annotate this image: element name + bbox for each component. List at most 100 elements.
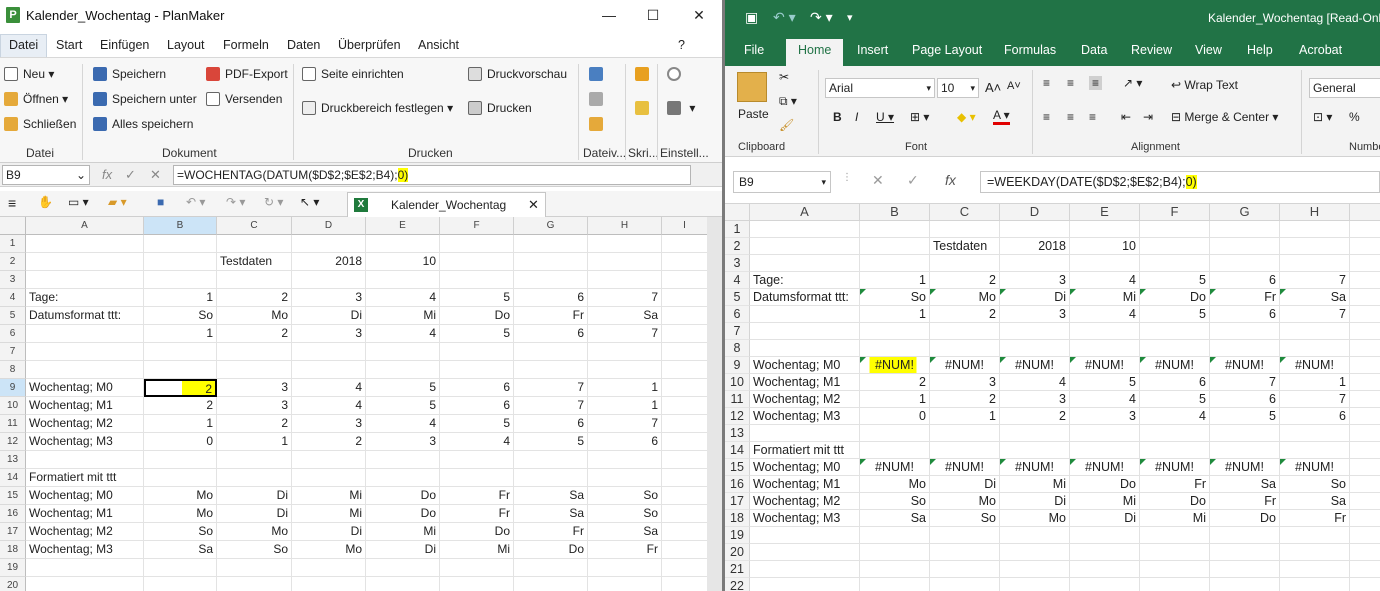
cell-f3[interactable] xyxy=(440,271,514,289)
cell-h8[interactable] xyxy=(1280,340,1350,357)
cell-b2[interactable] xyxy=(860,238,930,255)
row-header-14[interactable]: 14 xyxy=(0,469,26,487)
pdf-export-button[interactable]: PDF-Export xyxy=(206,67,288,81)
cell-e19[interactable] xyxy=(366,559,440,577)
cell-i20[interactable] xyxy=(662,577,708,591)
script-button[interactable] xyxy=(635,67,654,81)
print-area-button[interactable]: Druckbereich festlegen ▾ xyxy=(302,101,453,115)
cell-b15[interactable]: Mo xyxy=(144,487,217,505)
row-header-12[interactable]: 12 xyxy=(725,408,750,425)
column-header-h[interactable]: H xyxy=(588,217,662,235)
cell-b12[interactable]: 0 xyxy=(860,408,930,425)
cell-h22[interactable] xyxy=(1280,578,1350,591)
cell-b21[interactable] xyxy=(860,561,930,578)
row-header-6[interactable]: 6 xyxy=(0,325,26,343)
cell-a17[interactable]: Wochentag; M2 xyxy=(26,523,144,541)
insert-function-icon[interactable]: fx xyxy=(945,172,956,188)
fill-color-icon[interactable]: ◆ ▾ xyxy=(957,110,976,124)
menu-ueberpruefen[interactable]: Überprüfen xyxy=(338,38,401,52)
document-folder-button[interactable] xyxy=(589,117,608,131)
row-header-8[interactable]: 8 xyxy=(725,340,750,357)
tab-data[interactable]: Data xyxy=(1081,43,1107,57)
row-header-1[interactable]: 1 xyxy=(725,221,750,238)
cell-i16[interactable] xyxy=(1350,476,1380,493)
cell-f14[interactable] xyxy=(440,469,514,487)
cell-i10[interactable] xyxy=(1350,374,1380,391)
cell-i7[interactable] xyxy=(1350,323,1380,340)
cell-f15[interactable]: #NUM! xyxy=(1140,459,1210,476)
cell-b13[interactable] xyxy=(144,451,217,469)
cell-d12[interactable]: 2 xyxy=(1000,408,1070,425)
cell-h18[interactable]: Fr xyxy=(588,541,662,559)
cell-h7[interactable] xyxy=(1280,323,1350,340)
cell-e17[interactable]: Mi xyxy=(366,523,440,541)
cell-f6[interactable]: 5 xyxy=(1140,306,1210,323)
cell-c19[interactable] xyxy=(217,559,292,577)
cell-b20[interactable] xyxy=(860,544,930,561)
cell-e7[interactable] xyxy=(1070,323,1140,340)
cell-a6[interactable] xyxy=(26,325,144,343)
cell-d6[interactable]: 3 xyxy=(292,325,366,343)
cell-f19[interactable] xyxy=(1140,527,1210,544)
wrap-text-button[interactable]: ↩ Wrap Text xyxy=(1171,78,1238,92)
cell-f7[interactable] xyxy=(1140,323,1210,340)
align-right-icon[interactable]: ≡ xyxy=(1089,110,1096,124)
cell-c15[interactable]: #NUM! xyxy=(930,459,1000,476)
cell-e1[interactable] xyxy=(366,235,440,253)
cell-h17[interactable]: Sa xyxy=(588,523,662,541)
formula-input[interactable]: =WEEKDAY(DATE($D$2;$E$2;B4);0) xyxy=(980,171,1380,193)
cell-i4[interactable] xyxy=(662,289,708,307)
increase-font-icon[interactable]: A˄ xyxy=(985,80,1001,95)
cell-d6[interactable]: 3 xyxy=(1000,306,1070,323)
cell-a12[interactable]: Wochentag; M3 xyxy=(750,408,860,425)
row-header-7[interactable]: 7 xyxy=(725,323,750,340)
row-header-10[interactable]: 10 xyxy=(0,397,26,415)
cell-g8[interactable] xyxy=(1210,340,1280,357)
row-header-2[interactable]: 2 xyxy=(0,253,26,271)
cell-d14[interactable] xyxy=(292,469,366,487)
open-folder-icon[interactable]: ▰ ▾ xyxy=(108,195,127,209)
cell-b16[interactable]: Mo xyxy=(144,505,217,523)
row-header-10[interactable]: 10 xyxy=(725,374,750,391)
cell-e17[interactable]: Mi xyxy=(1070,493,1140,510)
cell-g2[interactable] xyxy=(1210,238,1280,255)
run-script-button[interactable] xyxy=(635,101,654,115)
row-header-21[interactable]: 21 xyxy=(725,561,750,578)
row-header-5[interactable]: 5 xyxy=(0,307,26,325)
cell-e3[interactable] xyxy=(1070,255,1140,272)
row-header-15[interactable]: 15 xyxy=(725,459,750,476)
cell-e9[interactable]: 5 xyxy=(366,379,440,397)
cell-f16[interactable]: Fr xyxy=(440,505,514,523)
cell-i9[interactable] xyxy=(1350,357,1380,374)
decrease-font-icon[interactable]: A˅ xyxy=(1007,80,1021,92)
cell-f11[interactable]: 5 xyxy=(440,415,514,433)
cell-b12[interactable]: 0 xyxy=(144,433,217,451)
cell-b10[interactable]: 2 xyxy=(860,374,930,391)
cell-b7[interactable] xyxy=(144,343,217,361)
cell-f1[interactable] xyxy=(1140,221,1210,238)
cell-a8[interactable] xyxy=(26,361,144,379)
cell-b6[interactable]: 1 xyxy=(860,306,930,323)
cell-c11[interactable]: 2 xyxy=(217,415,292,433)
cell-g4[interactable]: 6 xyxy=(514,289,588,307)
cell-e4[interactable]: 4 xyxy=(1070,272,1140,289)
cell-c15[interactable]: Di xyxy=(217,487,292,505)
cell-c7[interactable] xyxy=(217,343,292,361)
row-header-9[interactable]: 9 xyxy=(0,379,26,397)
cell-a1[interactable] xyxy=(750,221,860,238)
cell-i20[interactable] xyxy=(1350,544,1380,561)
row-header-3[interactable]: 3 xyxy=(725,255,750,272)
cell-d2[interactable]: 2018 xyxy=(1000,238,1070,255)
cell-g3[interactable] xyxy=(514,271,588,289)
cell-c10[interactable]: 3 xyxy=(217,397,292,415)
borders-icon[interactable]: ⊞ ▾ xyxy=(910,110,929,124)
cell-b4[interactable]: 1 xyxy=(144,289,217,307)
cell-b9[interactable]: #NUM! xyxy=(860,357,930,374)
cell-b10[interactable]: 2 xyxy=(144,397,217,415)
tab-file[interactable]: File xyxy=(744,43,764,57)
cell-c6[interactable]: 2 xyxy=(930,306,1000,323)
cell-g6[interactable]: 6 xyxy=(1210,306,1280,323)
cell-g14[interactable] xyxy=(514,469,588,487)
cell-i2[interactable] xyxy=(1350,238,1380,255)
cell-b2[interactable] xyxy=(144,253,217,271)
